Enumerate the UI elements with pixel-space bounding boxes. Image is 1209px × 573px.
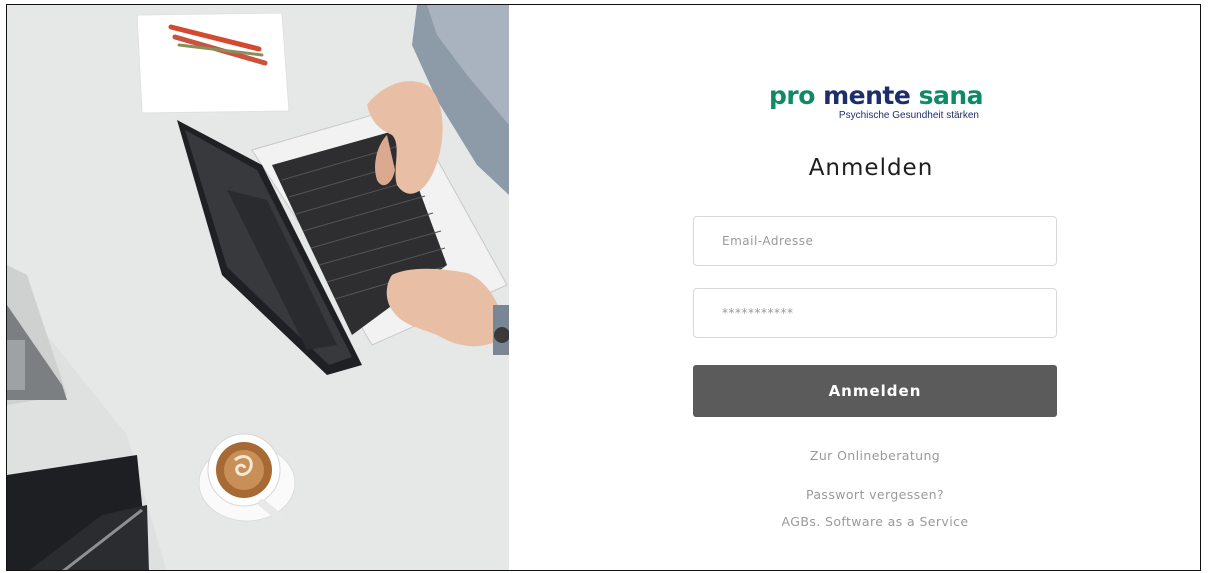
password-field[interactable]: [693, 288, 1057, 338]
login-page: pro mente sana Psychische Gesundheit stä…: [6, 4, 1201, 571]
logo-wordmark: pro mente sana: [769, 81, 983, 111]
login-panel: pro mente sana Psychische Gesundheit stä…: [509, 5, 1200, 570]
brand-logo: pro mente sana Psychische Gesundheit stä…: [769, 81, 983, 121]
logo-tagline: Psychische Gesundheit stärken: [838, 110, 979, 121]
page-title: Anmelden: [808, 155, 934, 181]
logo-pro: pro: [769, 81, 815, 110]
logo-mente: mente: [823, 81, 911, 110]
login-button[interactable]: Anmelden: [693, 365, 1057, 417]
online-counseling-link[interactable]: Zur Onlineberatung: [693, 448, 1057, 463]
terms-link[interactable]: AGBs. Software as a Service: [693, 514, 1057, 529]
forgot-password-link[interactable]: Passwort vergessen?: [693, 487, 1057, 502]
email-field[interactable]: [693, 216, 1057, 266]
logo-sana: sana: [918, 81, 984, 110]
hero-image: [7, 5, 509, 570]
tablet-icon: [7, 455, 149, 570]
